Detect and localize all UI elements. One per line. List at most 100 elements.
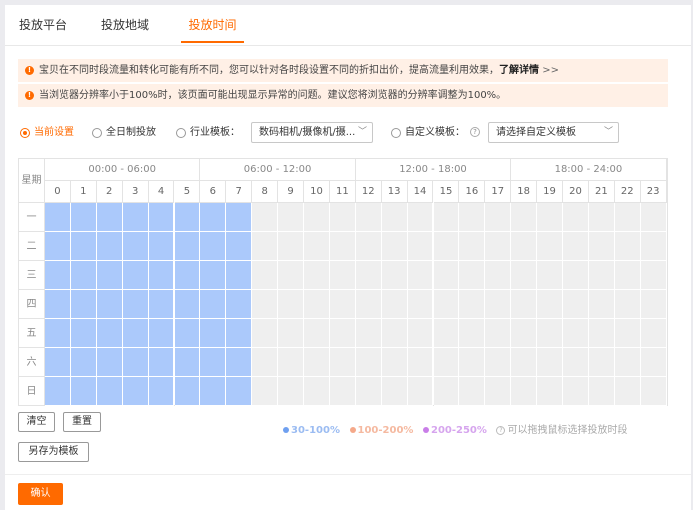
time-slot-cell[interactable] [252, 290, 279, 319]
time-slot-cell[interactable] [148, 203, 175, 232]
time-slot-cell[interactable] [226, 290, 253, 319]
time-slot-cell[interactable] [485, 348, 512, 377]
time-slot-cell[interactable] [459, 377, 486, 406]
custom-template-select[interactable]: 请选择自定义模板 ﹀ [488, 122, 619, 143]
confirm-button[interactable]: 确认 [18, 483, 63, 505]
time-slot-cell[interactable] [96, 290, 123, 319]
time-slot-cell[interactable] [45, 319, 71, 348]
time-slot-cell[interactable] [563, 377, 589, 406]
time-slot-cell[interactable] [122, 203, 149, 232]
time-slot-cell[interactable] [278, 319, 304, 348]
time-slot-cell[interactable] [45, 290, 71, 319]
time-slot-cell[interactable] [200, 377, 227, 406]
time-slot-cell[interactable] [407, 290, 434, 319]
time-slot-cell[interactable] [511, 319, 538, 348]
time-slot-cell[interactable] [614, 203, 641, 232]
radio-custom-label[interactable]: 自定义模板： [405, 127, 465, 139]
time-slot-cell[interactable] [148, 348, 175, 377]
time-slot-cell[interactable] [148, 377, 175, 406]
time-slot-cell[interactable] [407, 261, 434, 290]
tab-time[interactable]: 投放时间 [181, 15, 244, 43]
time-slot-cell[interactable] [537, 290, 563, 319]
time-slot-cell[interactable] [148, 290, 175, 319]
time-slot-cell[interactable] [459, 203, 486, 232]
time-slot-cell[interactable] [407, 319, 434, 348]
tab-platform[interactable]: 投放平台 [19, 15, 67, 43]
time-slot-cell[interactable] [407, 232, 434, 261]
time-slot-cell[interactable] [537, 203, 563, 232]
time-slot-cell[interactable] [640, 319, 667, 348]
time-slot-cell[interactable] [355, 348, 382, 377]
time-slot-cell[interactable] [122, 377, 149, 406]
time-slot-cell[interactable] [45, 261, 71, 290]
time-slot-cell[interactable] [459, 348, 486, 377]
learn-more-arrow[interactable]: >> [542, 65, 559, 76]
time-slot-cell[interactable] [381, 290, 408, 319]
time-slot-cell[interactable] [329, 203, 356, 232]
time-slot-cell[interactable] [45, 232, 71, 261]
radio-all-day[interactable] [92, 128, 102, 138]
time-slot-cell[interactable] [70, 232, 97, 261]
time-slot-cell[interactable] [200, 290, 227, 319]
time-slot-cell[interactable] [614, 348, 641, 377]
time-slot-cell[interactable] [252, 348, 279, 377]
time-slot-cell[interactable] [70, 319, 97, 348]
time-slot-cell[interactable] [355, 290, 382, 319]
time-slot-cell[interactable] [200, 319, 227, 348]
time-slot-cell[interactable] [407, 377, 434, 406]
time-slot-cell[interactable] [381, 261, 408, 290]
time-slot-cell[interactable] [174, 203, 201, 232]
time-slot-cell[interactable] [485, 232, 512, 261]
time-slot-cell[interactable] [200, 261, 227, 290]
time-slot-cell[interactable] [433, 232, 460, 261]
time-slot-cell[interactable] [537, 319, 563, 348]
time-slot-cell[interactable] [537, 377, 563, 406]
radio-all-day-label[interactable]: 全日制投放 [106, 127, 156, 139]
time-slot-cell[interactable] [563, 203, 589, 232]
time-slot-cell[interactable] [433, 348, 460, 377]
time-slot-cell[interactable] [459, 290, 486, 319]
time-slot-cell[interactable] [355, 232, 382, 261]
time-slot-cell[interactable] [200, 232, 227, 261]
time-slot-cell[interactable] [407, 203, 434, 232]
time-slot-cell[interactable] [640, 261, 667, 290]
time-slot-cell[interactable] [304, 348, 330, 377]
time-slot-cell[interactable] [640, 290, 667, 319]
time-slot-cell[interactable] [614, 290, 641, 319]
time-slot-cell[interactable] [563, 290, 589, 319]
time-slot-cell[interactable] [174, 232, 201, 261]
reset-button[interactable]: 重置 [63, 412, 101, 432]
time-slot-cell[interactable] [304, 319, 330, 348]
time-slot-cell[interactable] [537, 261, 563, 290]
time-slot-cell[interactable] [278, 377, 304, 406]
time-slot-cell[interactable] [588, 319, 615, 348]
time-slot-cell[interactable] [511, 377, 538, 406]
time-slot-cell[interactable] [511, 348, 538, 377]
time-slot-cell[interactable] [200, 203, 227, 232]
time-slot-cell[interactable] [433, 377, 460, 406]
time-slot-cell[interactable] [174, 348, 201, 377]
time-slot-cell[interactable] [511, 203, 538, 232]
time-slot-cell[interactable] [640, 348, 667, 377]
time-slot-cell[interactable] [70, 203, 97, 232]
time-slot-cell[interactable] [70, 377, 97, 406]
time-slot-cell[interactable] [407, 348, 434, 377]
time-slot-cell[interactable] [329, 377, 356, 406]
learn-more-link[interactable]: 了解详情 [499, 65, 539, 76]
time-slot-cell[interactable] [252, 377, 279, 406]
time-slot-cell[interactable] [588, 290, 615, 319]
time-slot-cell[interactable] [122, 232, 149, 261]
time-slot-cell[interactable] [96, 377, 123, 406]
save-template-button[interactable]: 另存为模板 [18, 442, 89, 462]
time-slot-cell[interactable] [614, 232, 641, 261]
clear-button[interactable]: 清空 [18, 412, 55, 432]
time-slot-cell[interactable] [614, 261, 641, 290]
time-slot-cell[interactable] [563, 348, 589, 377]
time-slot-cell[interactable] [174, 290, 201, 319]
tab-region[interactable]: 投放地域 [101, 15, 149, 43]
time-slot-cell[interactable] [511, 261, 538, 290]
time-slot-cell[interactable] [278, 232, 304, 261]
time-slot-cell[interactable] [485, 290, 512, 319]
time-slot-cell[interactable] [304, 203, 330, 232]
time-slot-cell[interactable] [588, 261, 615, 290]
